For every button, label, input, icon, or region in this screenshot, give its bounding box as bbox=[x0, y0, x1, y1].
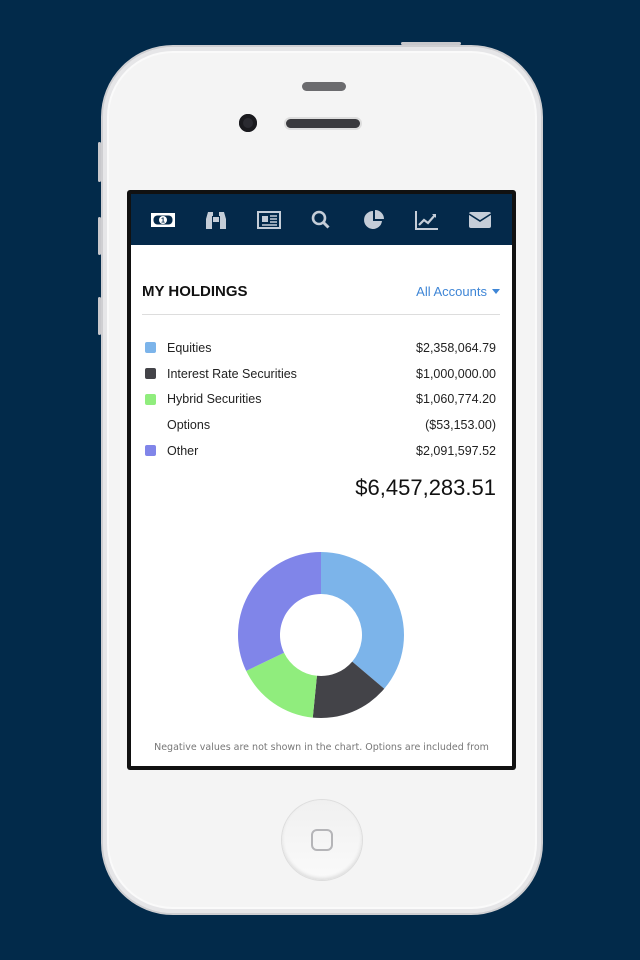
holding-value: $1,000,000.00 bbox=[416, 366, 496, 381]
money-icon[interactable]: 1 bbox=[150, 209, 176, 231]
sensor bbox=[302, 82, 346, 91]
screen: 1 MY HOLDINGS All Accounts Equities $2,35… bbox=[127, 190, 516, 770]
legend-swatch bbox=[145, 368, 156, 380]
caret-down-icon bbox=[492, 289, 500, 294]
footnote: Negative values are not shown in the cha… bbox=[154, 742, 489, 753]
holding-value: $2,358,064.79 bbox=[416, 340, 496, 355]
account-selector[interactable]: All Accounts bbox=[416, 284, 500, 299]
account-selector-label: All Accounts bbox=[416, 284, 487, 299]
pie-chart-icon[interactable] bbox=[361, 209, 387, 231]
home-square-icon bbox=[311, 829, 333, 851]
holding-value: $1,060,774.20 bbox=[416, 392, 496, 407]
svg-text:1: 1 bbox=[161, 217, 165, 224]
speaker bbox=[286, 119, 360, 128]
newspaper-icon[interactable] bbox=[256, 209, 282, 231]
home-button[interactable] bbox=[282, 800, 362, 880]
legend-swatch bbox=[145, 342, 156, 354]
holding-label: Equities bbox=[167, 340, 212, 355]
top-nav: 1 bbox=[131, 194, 512, 245]
volume-down-button bbox=[98, 297, 101, 335]
power-button bbox=[401, 42, 461, 45]
donut-chart bbox=[238, 552, 404, 718]
donut-slice-other[interactable] bbox=[238, 552, 321, 671]
holding-row: Other $2,091,597.52 bbox=[145, 438, 496, 464]
search-icon[interactable] bbox=[308, 209, 334, 231]
holdings-list: Equities $2,358,064.79 Interest Rate Secur… bbox=[145, 335, 496, 463]
mute-switch bbox=[98, 142, 101, 182]
holding-label: Options bbox=[167, 417, 211, 432]
donut-slice-equities[interactable] bbox=[321, 552, 404, 689]
legend-swatch bbox=[145, 445, 156, 457]
camera bbox=[239, 114, 257, 132]
holding-row: Hybrid Securities $1,060,774.20 bbox=[145, 386, 496, 412]
total-value: $6,457,283.51 bbox=[355, 475, 496, 501]
volume-up-button bbox=[98, 217, 101, 255]
holding-row: Equities $2,358,064.79 bbox=[145, 335, 496, 361]
holding-label: Hybrid Securities bbox=[167, 392, 262, 407]
binoculars-icon[interactable] bbox=[203, 209, 229, 231]
holding-value: $2,091,597.52 bbox=[416, 443, 496, 458]
line-chart-icon[interactable] bbox=[414, 209, 440, 231]
holding-row: Interest Rate Securities $1,000,000.00 bbox=[145, 361, 496, 387]
holding-value: ($53,153.00) bbox=[425, 417, 496, 432]
holding-label: Interest Rate Securities bbox=[167, 366, 297, 381]
page-title: MY HOLDINGS bbox=[142, 283, 248, 300]
legend-swatch bbox=[145, 419, 156, 430]
holding-row: Options ($53,153.00) bbox=[145, 412, 496, 438]
envelope-icon[interactable] bbox=[467, 209, 493, 231]
holding-label: Other bbox=[167, 443, 199, 458]
legend-swatch bbox=[145, 393, 156, 405]
